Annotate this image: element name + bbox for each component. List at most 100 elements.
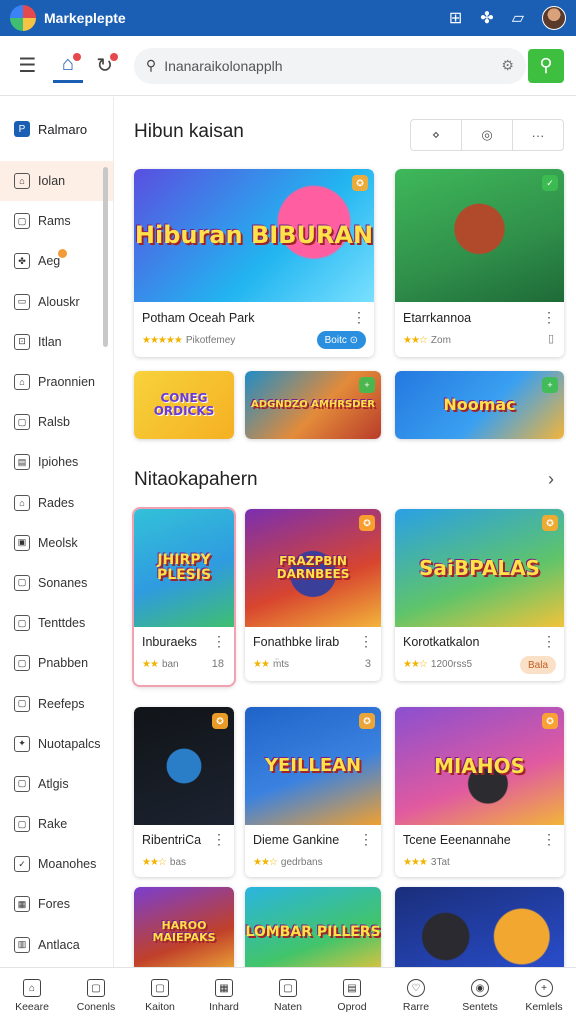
bottom-nav-item[interactable]: ◉ Sentets (448, 968, 512, 1024)
more-options-icon[interactable]: ⋮ (212, 831, 226, 848)
sidebar-item[interactable]: ▢ Sonanes (0, 563, 113, 603)
settings-gear-icon[interactable]: ⚙ (501, 57, 514, 74)
lock-icon: ▢ (14, 615, 30, 632)
bottom-nav-item[interactable]: + Kemlels (512, 968, 576, 1024)
notification-dot (58, 249, 67, 259)
game-card[interactable]: LOMBAR PILLERS (245, 887, 381, 967)
featured-card[interactable]: Hiburan BIBURAN ✪ Potham Oceah Park ⋮ ★★… (134, 169, 374, 357)
menu-icon[interactable]: ☰ (12, 49, 43, 83)
sidebar-item-label: Nuotapalcs (38, 736, 101, 751)
game-card[interactable]: FRAZPBIN DARNBEES ✪ Fonathbke lirab ⋮ ★★… (245, 509, 381, 681)
sidebar-item-label: Reefeps (38, 696, 85, 711)
badge-icon: ✪ (352, 175, 368, 191)
sidebar-item[interactable]: ▣ Meolsk (0, 523, 113, 563)
refresh-icon[interactable]: ↻ (89, 49, 120, 83)
sidebar-item-label: Alouskr (38, 294, 80, 309)
price-button[interactable]: Bala (519, 656, 556, 674)
search-button[interactable]: ⚲ (527, 48, 564, 83)
banner-card[interactable]: CONEG ORDICKS (134, 371, 234, 439)
sidebar-item[interactable]: ✦ Nuotapalcs (0, 724, 113, 764)
more-options-icon[interactable]: ··· (513, 120, 563, 150)
bottom-nav-item[interactable]: ▢ Conenls (64, 968, 128, 1024)
sidebar-item[interactable]: ✤ Aeg (0, 241, 113, 281)
plus-icon: + (535, 979, 553, 997)
more-options-icon[interactable]: ⋮ (542, 309, 556, 326)
info-icon[interactable]: ▯ (548, 332, 554, 345)
sidebar-item[interactable]: ⊡ Itlan (0, 322, 113, 362)
sidebar-item[interactable]: ▢ Rams (0, 201, 113, 241)
view-segmented-control: ⋄ ◎ ··· (410, 119, 564, 151)
view-option-circle-icon[interactable]: ◎ (462, 120, 513, 150)
game-card[interactable]: MIAHOS ✪ Tcene Eeenannahe ⋮ ★★★ 3Tat (395, 707, 564, 877)
banner-card[interactable]: Noomac + (395, 371, 564, 439)
more-options-icon[interactable]: ⋮ (359, 633, 373, 650)
heart-icon: ♡ (407, 979, 425, 997)
chevron-right-icon[interactable]: › (548, 469, 554, 490)
search-bar[interactable]: ⚲ ⚙ (133, 47, 526, 84)
puzzle-icon[interactable]: ✤ (480, 8, 493, 28)
search-input[interactable] (164, 57, 502, 74)
sidebar-header[interactable]: P Ralmaro (0, 97, 113, 161)
window-icon[interactable]: ▱ (512, 8, 524, 28)
sidebar-item-label: Aeg (38, 254, 61, 269)
badge-icon: ✪ (212, 713, 228, 729)
controller-icon: ▢ (279, 979, 297, 997)
grid-icon[interactable]: ⊞ (449, 8, 462, 28)
bottom-nav-label: Kemlels (525, 1001, 563, 1013)
view-option-diamond-icon[interactable]: ⋄ (411, 120, 462, 150)
more-options-icon[interactable]: ⋮ (542, 633, 556, 650)
game-card[interactable]: ✪ RibentriCa ⋮ ★★☆ bas (134, 707, 234, 877)
title-bar: Markeplepte ⊞ ✤ ▱ (0, 0, 576, 36)
bookmark-icon: ▢ (14, 213, 30, 230)
sidebar-item[interactable]: ▢ Atlgis (0, 764, 113, 804)
featured-card[interactable]: ✓ Etarrkannoa ⋮ ★★☆ Zom ▯ (395, 169, 564, 357)
bottom-nav-item[interactable]: ♡ Rarre (384, 968, 448, 1024)
sidebar-item[interactable]: ✓ Moanohes (0, 844, 113, 884)
bottom-nav-item[interactable]: ▢ Naten (256, 968, 320, 1024)
sidebar-scrollbar[interactable] (103, 167, 108, 347)
sidebar-item[interactable]: ▭ Alouskr (0, 282, 113, 322)
sidebar-item-label: Itlan (38, 334, 62, 349)
book-icon: ▥ (14, 936, 30, 953)
sidebar-item[interactable]: ⌂ Rades (0, 483, 113, 523)
more-options-icon[interactable]: ⋮ (352, 309, 366, 326)
bottom-nav-item[interactable]: ▤ Oprod (320, 968, 384, 1024)
game-card[interactable]: YEILLEAN ✪ Dieme Gankine ⋮ ★★☆ gedrbans (245, 707, 381, 877)
game-card[interactable]: JHIRPY PLESIS Inburaeks ⋮ ★★ ban 18 (134, 509, 234, 685)
game-card[interactable]: SaiBPALAS ✪ Korotkatkalon ⋮ ★★☆ 1200rss5 … (395, 509, 564, 681)
more-options-icon[interactable]: ⋮ (542, 831, 556, 848)
sidebar-item[interactable]: ▢ Reefeps (0, 683, 113, 723)
more-options-icon[interactable]: ⋮ (359, 831, 373, 848)
sidebar-item[interactable]: ▢ Ralsb (0, 402, 113, 442)
price-button[interactable]: Boitc ⊙ (316, 331, 366, 349)
sidebar-item[interactable]: ▤ Ipiohes (0, 442, 113, 482)
bottom-nav-label: Conenls (76, 1001, 116, 1013)
sidebar-item-label: Rams (38, 214, 71, 229)
sidebar-item[interactable]: ⌂ Iolan (0, 161, 113, 202)
sidebar-item[interactable]: ▢ Pnabben (0, 643, 113, 683)
more-options-icon[interactable]: ⋮ (212, 633, 226, 650)
bottom-nav-item[interactable]: ▢ Kaiton (128, 968, 192, 1024)
section-title: Nitaokapahern (134, 469, 258, 490)
profile-badge-icon: P (14, 121, 30, 137)
sidebar-item[interactable]: ▢ Rake (0, 804, 113, 844)
app-logo-icon (10, 5, 36, 31)
badge-icon: + (542, 377, 558, 393)
sidebar-item[interactable]: ▢ Tenttdes (0, 603, 113, 643)
home-tab[interactable]: ⌂ (52, 49, 84, 83)
game-card[interactable] (395, 887, 564, 967)
store-icon: ▢ (87, 979, 105, 997)
app-title: Markeplepte (44, 10, 126, 26)
bottom-nav-item[interactable]: ▦ Inhard (192, 968, 256, 1024)
sidebar-item[interactable]: ⌂ Praonnien (0, 362, 113, 402)
avatar[interactable] (542, 6, 566, 30)
game-card[interactable]: HAROO MAIEPAKS (134, 887, 234, 967)
rating-stars: ★★☆ Zom (403, 335, 451, 346)
badge-icon: ✪ (359, 515, 375, 531)
book-icon: ▤ (343, 979, 361, 997)
banner-card[interactable]: ADGNDZO AMHRSDER + (245, 371, 381, 439)
sidebar-item[interactable]: ▦ Fores (0, 884, 113, 924)
bottom-nav-item[interactable]: ⌂ Keeare (0, 968, 64, 1024)
sidebar-item[interactable]: ▥ Antlaca (0, 925, 113, 965)
bottom-nav-label: Rarre (402, 1001, 430, 1013)
